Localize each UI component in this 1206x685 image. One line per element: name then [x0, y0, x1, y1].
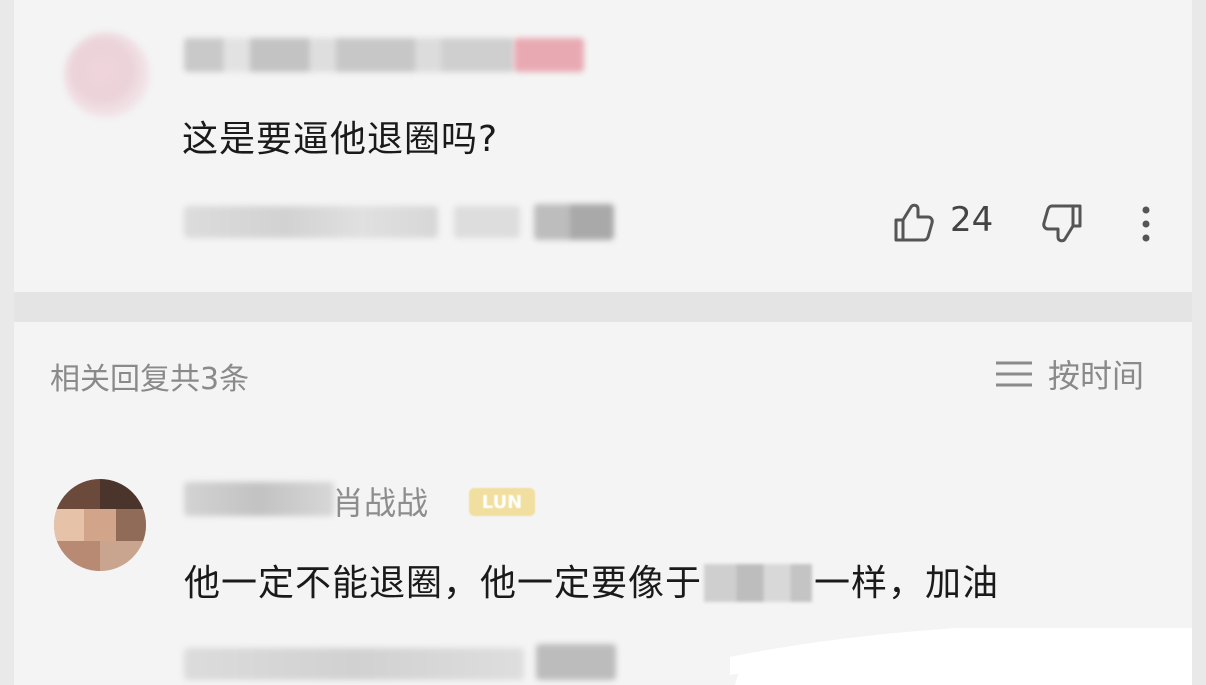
reply-username-blurred	[184, 482, 334, 516]
list-icon	[996, 361, 1032, 387]
reply-action-blurred[interactable]	[536, 644, 616, 680]
white-scribble-overlay	[730, 628, 1192, 685]
sort-label: 按时间	[1048, 357, 1145, 395]
reply-text-part-1: 他一定不能退圈，他一定要像于	[184, 563, 703, 604]
reply-text: 他一定不能退圈，他一定要像于 一样，加油	[184, 554, 999, 606]
sort-button[interactable]: 按时间	[994, 352, 1144, 396]
more-vertical-icon[interactable]	[1134, 204, 1158, 244]
section-divider	[14, 292, 1192, 322]
thumbs-down-icon[interactable]	[1040, 200, 1086, 246]
comment-text: 这是要逼他退圈吗?	[182, 119, 499, 160]
user-badge-blurred	[514, 38, 584, 72]
comment-screen: 这是要逼他退圈吗? 24 相关回复共3条 按时间 肖战战 LUN 他一定不能退圈…	[14, 0, 1192, 685]
reply-username[interactable]: 肖战战	[332, 478, 428, 524]
top-comment-card: 这是要逼他退圈吗? 24	[14, 0, 1192, 292]
comment-meta-blurred	[184, 206, 438, 238]
reply-button-blurred[interactable]	[534, 204, 614, 240]
censored-name-mosaic	[704, 564, 813, 602]
username-blurred[interactable]	[184, 38, 514, 72]
reply-avatar[interactable]	[54, 479, 146, 571]
comment-meta-blurred-2	[454, 206, 520, 238]
reply-text-part-2: 一样，加油	[814, 563, 1000, 604]
reply-meta-blurred	[184, 648, 524, 680]
reply-username-text: 肖战战	[332, 484, 429, 522]
avatar[interactable]	[64, 32, 150, 118]
replies-count-label: 相关回复共3条	[50, 362, 250, 397]
level-badge: LUN	[469, 488, 535, 516]
like-count: 24	[950, 200, 994, 240]
thumbs-up-icon[interactable]	[890, 200, 936, 246]
